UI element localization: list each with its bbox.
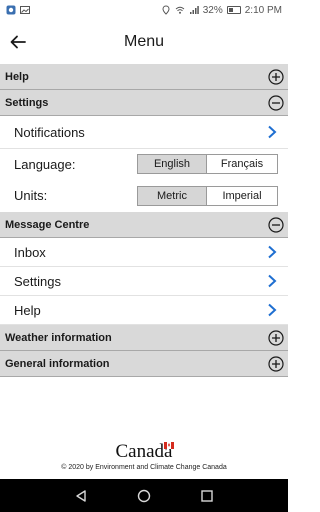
units-segmented-control: Metric Imperial xyxy=(137,185,278,206)
square-recents-icon xyxy=(200,489,213,502)
notifications-label: Notifications xyxy=(14,124,85,140)
section-general-label: General information xyxy=(5,357,110,370)
canada-flag-icon xyxy=(164,442,175,449)
section-weather-information[interactable]: Weather information xyxy=(0,325,288,351)
app-notification-icon xyxy=(6,5,16,15)
status-bar: 32% 2:10 PM xyxy=(0,0,288,20)
message-settings-label: Settings xyxy=(14,273,61,289)
triangle-back-icon xyxy=(76,489,87,502)
units-option-imperial[interactable]: Imperial xyxy=(207,185,278,206)
plus-circle-icon xyxy=(268,355,284,372)
app-header: Menu xyxy=(0,20,288,64)
chevron-right-icon xyxy=(266,303,278,317)
nav-home-button[interactable] xyxy=(135,487,153,505)
image-notification-icon xyxy=(20,5,30,15)
inbox-label: Inbox xyxy=(14,244,46,260)
clock: 2:10 PM xyxy=(244,4,282,16)
battery-icon xyxy=(226,6,241,14)
status-right: 32% 2:10 PM xyxy=(161,5,282,16)
copyright-text: © 2020 by Environment and Climate Change… xyxy=(61,464,227,471)
section-settings-label: Settings xyxy=(5,96,49,109)
section-general-information[interactable]: General information xyxy=(0,351,288,377)
notifications-row[interactable]: Notifications xyxy=(0,116,288,149)
signal-icon xyxy=(189,5,199,15)
units-label: Units: xyxy=(14,188,48,203)
arrow-left-icon xyxy=(10,35,26,49)
chevron-right-icon xyxy=(266,274,278,288)
section-message-centre[interactable]: Message Centre xyxy=(0,212,288,238)
wifi-icon xyxy=(175,5,185,15)
circle-home-icon xyxy=(137,489,151,502)
language-option-francais[interactable]: Français xyxy=(207,154,278,174)
status-left xyxy=(6,5,30,15)
section-help-label: Help xyxy=(5,70,29,83)
minus-circle-icon xyxy=(268,94,284,111)
minus-circle-icon xyxy=(268,216,284,233)
units-row: Units: Metric Imperial xyxy=(0,179,288,212)
message-centre-item-help[interactable]: Help xyxy=(0,296,288,325)
language-label: Language: xyxy=(14,156,76,172)
units-option-metric[interactable]: Metric xyxy=(137,185,207,206)
language-segmented-control: English Français xyxy=(137,154,278,174)
back-button[interactable] xyxy=(6,28,30,56)
battery-percent: 32% xyxy=(202,4,223,16)
location-icon xyxy=(161,5,171,15)
menu-content: Help Settings Notifications Language: En… xyxy=(0,64,288,377)
section-settings[interactable]: Settings xyxy=(0,90,288,116)
message-centre-item-inbox[interactable]: Inbox xyxy=(0,238,288,267)
system-nav-bar xyxy=(0,479,288,512)
chevron-right-icon xyxy=(266,245,278,259)
plus-circle-icon xyxy=(268,329,284,346)
section-weather-label: Weather information xyxy=(5,331,112,344)
footer: Canada © 2020 by Environment and Climate… xyxy=(0,441,288,477)
language-option-english[interactable]: English xyxy=(137,154,207,174)
plus-circle-icon xyxy=(268,68,284,85)
message-centre-item-settings[interactable]: Settings xyxy=(0,267,288,296)
chevron-right-icon xyxy=(266,125,278,139)
nav-recents-button[interactable] xyxy=(198,487,216,505)
nav-back-button[interactable] xyxy=(72,487,90,505)
language-row: Language: English Français xyxy=(0,149,288,179)
section-message-centre-label: Message Centre xyxy=(5,218,90,231)
section-help[interactable]: Help xyxy=(0,64,288,90)
message-help-label: Help xyxy=(14,302,41,318)
page-title: Menu xyxy=(123,33,165,50)
canada-wordmark: Canada xyxy=(116,441,175,463)
